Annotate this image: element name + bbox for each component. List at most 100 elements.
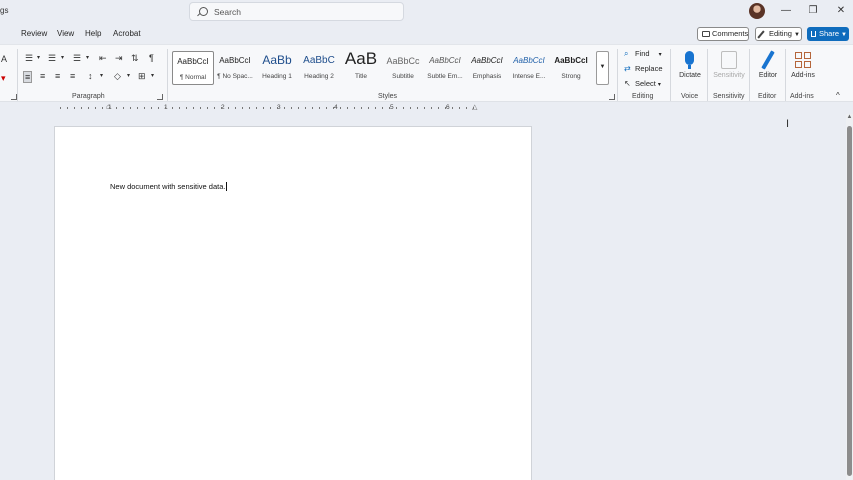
styles-gallery: AaBbCcI ¶ Normal AaBbCcI ¶ No Spac... Aa… xyxy=(172,49,597,85)
document-page[interactable] xyxy=(54,126,532,480)
ruler-tick xyxy=(417,107,418,109)
increase-indent-icon[interactable]: ⇥ xyxy=(115,53,123,63)
line-spacing-icon[interactable]: ↕ xyxy=(88,71,93,81)
addins-button[interactable]: Add-ins xyxy=(786,48,820,88)
replace-button[interactable]: ⇄ Replace xyxy=(624,64,663,73)
comments-button[interactable]: Comments xyxy=(697,27,749,41)
scroll-up-icon[interactable]: ▲ xyxy=(846,114,853,120)
editing-mode-button[interactable]: Editing ▼ xyxy=(755,27,802,41)
find-button[interactable]: ⌕ Find ▾ xyxy=(624,49,662,58)
ruler-tick xyxy=(333,107,334,109)
ribbon: A ▾ ☰ ▾ ☰ ▾ ☰ ▾ ⇤ ⇥ ⇅ ¶ ≡ ≡ ≡ ≡ ↕ ▾ ◇ ▾ … xyxy=(0,44,853,102)
style-subtle-emphasis[interactable]: AaBbCcI Subtle Em... xyxy=(424,51,466,85)
editing-group-label: Editing xyxy=(632,93,654,100)
styles-dialog-launcher-icon[interactable] xyxy=(609,94,615,100)
comment-icon xyxy=(702,31,710,37)
ruler-tick xyxy=(74,107,75,109)
chevron-down-icon: ▾ xyxy=(658,52,662,58)
justify-icon[interactable]: ≡ xyxy=(70,71,75,81)
style-name: Subtitle xyxy=(392,73,414,80)
share-label: Share xyxy=(819,29,840,38)
chevron-down-icon: ▼ xyxy=(599,64,606,70)
tab-review[interactable]: Review xyxy=(21,29,47,38)
sort-icon[interactable]: ⇅ xyxy=(131,53,139,63)
chevron-down-icon[interactable]: ▾ xyxy=(100,71,103,81)
style-sample: AaBbCc xyxy=(386,56,420,66)
style-title[interactable]: AaB Title xyxy=(340,49,382,85)
multilevel-list-icon[interactable]: ☰ xyxy=(73,53,81,63)
vertical-scrollbar[interactable]: ▲ xyxy=(846,114,853,480)
scrollbar-thumb[interactable] xyxy=(847,126,852,476)
paragraph-dialog-launcher-icon[interactable] xyxy=(157,94,163,100)
style-name: Strong xyxy=(561,73,581,80)
editor-button[interactable]: Editor xyxy=(751,48,785,88)
bullets-icon[interactable]: ☰ xyxy=(25,53,33,63)
style-heading-1[interactable]: AaBb Heading 1 xyxy=(256,51,298,85)
style-strong[interactable]: AaBbCcI Strong xyxy=(550,51,592,85)
ruler-tick xyxy=(312,107,313,109)
style-sample: AaBbCcI xyxy=(471,56,503,65)
search-box[interactable]: Search xyxy=(189,2,404,21)
chevron-down-icon[interactable]: ▾ xyxy=(127,71,130,81)
ruler-tick xyxy=(298,107,299,109)
minimize-button[interactable]: — xyxy=(779,4,793,18)
font-color-icon[interactable]: ▾ xyxy=(1,73,6,83)
document-body-text[interactable]: New document with sensitive data. xyxy=(110,182,228,191)
ruler-tick xyxy=(305,107,306,109)
style-normal[interactable]: AaBbCcI ¶ Normal xyxy=(172,51,214,85)
horizontal-ruler[interactable]: 1 1 2 3 4 5 6 ⌂ △ xyxy=(54,102,532,114)
style-no-spacing[interactable]: AaBbCcI ¶ No Spac... xyxy=(214,51,256,85)
ruler-tick xyxy=(179,107,180,109)
addins-label: Add-ins xyxy=(791,72,815,79)
ruler-tick xyxy=(291,107,292,109)
borders-icon[interactable]: ⊞ xyxy=(138,71,146,81)
align-right-icon[interactable]: ≡ xyxy=(55,71,60,81)
ruler-tick xyxy=(207,107,208,109)
align-center-icon[interactable]: ≡ xyxy=(40,71,45,81)
ruler-tick xyxy=(368,107,369,109)
font-dialog-launcher-icon[interactable] xyxy=(11,94,17,100)
share-button[interactable]: Share ▼ xyxy=(807,27,849,41)
chevron-down-icon: ▾ xyxy=(657,82,661,88)
ruler-tick xyxy=(214,107,215,109)
restore-button[interactable]: ❐ xyxy=(806,4,820,18)
close-button[interactable]: ✕ xyxy=(834,4,848,18)
editor-group-label: Editor xyxy=(758,93,777,100)
search-icon xyxy=(199,7,208,16)
chevron-down-icon[interactable]: ▾ xyxy=(151,71,154,81)
styles-more-button[interactable]: ▼ xyxy=(596,51,609,85)
ruler-tick xyxy=(235,107,236,109)
dictate-button[interactable]: Dictate xyxy=(673,48,707,88)
shading-icon[interactable]: ◇ xyxy=(114,71,121,81)
search-placeholder: Search xyxy=(214,7,241,17)
decrease-indent-icon[interactable]: ⇤ xyxy=(99,53,107,63)
ruler-tick xyxy=(221,107,222,109)
style-name: Heading 1 xyxy=(262,73,292,80)
clear-format-icon[interactable]: A xyxy=(1,54,7,64)
style-intense-emphasis[interactable]: AaBbCcI Intense E... xyxy=(508,51,550,85)
paragraph-group-label: Paragraph xyxy=(72,93,105,100)
chevron-down-icon[interactable]: ▾ xyxy=(61,53,64,63)
chevron-down-icon[interactable]: ▾ xyxy=(37,53,40,63)
ruler-tick xyxy=(116,107,117,109)
style-heading-2[interactable]: AaBbC Heading 2 xyxy=(298,51,340,85)
styles-group-label: Styles xyxy=(378,93,398,100)
ruler-tick xyxy=(319,107,320,109)
sensitivity-button[interactable]: Sensitivity xyxy=(712,48,746,88)
style-subtitle[interactable]: AaBbCc Subtitle xyxy=(382,51,424,85)
share-icon xyxy=(811,31,816,37)
tab-acrobat[interactable]: Acrobat xyxy=(113,29,141,38)
addins-grid-icon xyxy=(795,52,811,68)
tab-view[interactable]: View xyxy=(57,29,74,38)
chevron-down-icon[interactable]: ▾ xyxy=(86,53,89,63)
numbering-icon[interactable]: ☰ xyxy=(48,53,56,63)
ruler-tick xyxy=(60,107,61,109)
align-left-icon[interactable]: ≡ xyxy=(23,71,33,83)
tab-help[interactable]: Help xyxy=(85,29,101,38)
style-emphasis[interactable]: AaBbCcI Emphasis xyxy=(466,51,508,85)
show-formatting-icon[interactable]: ¶ xyxy=(149,53,154,63)
select-button[interactable]: ↖ Select ▾ xyxy=(624,79,661,88)
addins-group-label: Add-ins xyxy=(790,93,814,100)
user-avatar[interactable] xyxy=(749,3,765,19)
collapse-ribbon-icon[interactable]: ^ xyxy=(836,91,840,101)
